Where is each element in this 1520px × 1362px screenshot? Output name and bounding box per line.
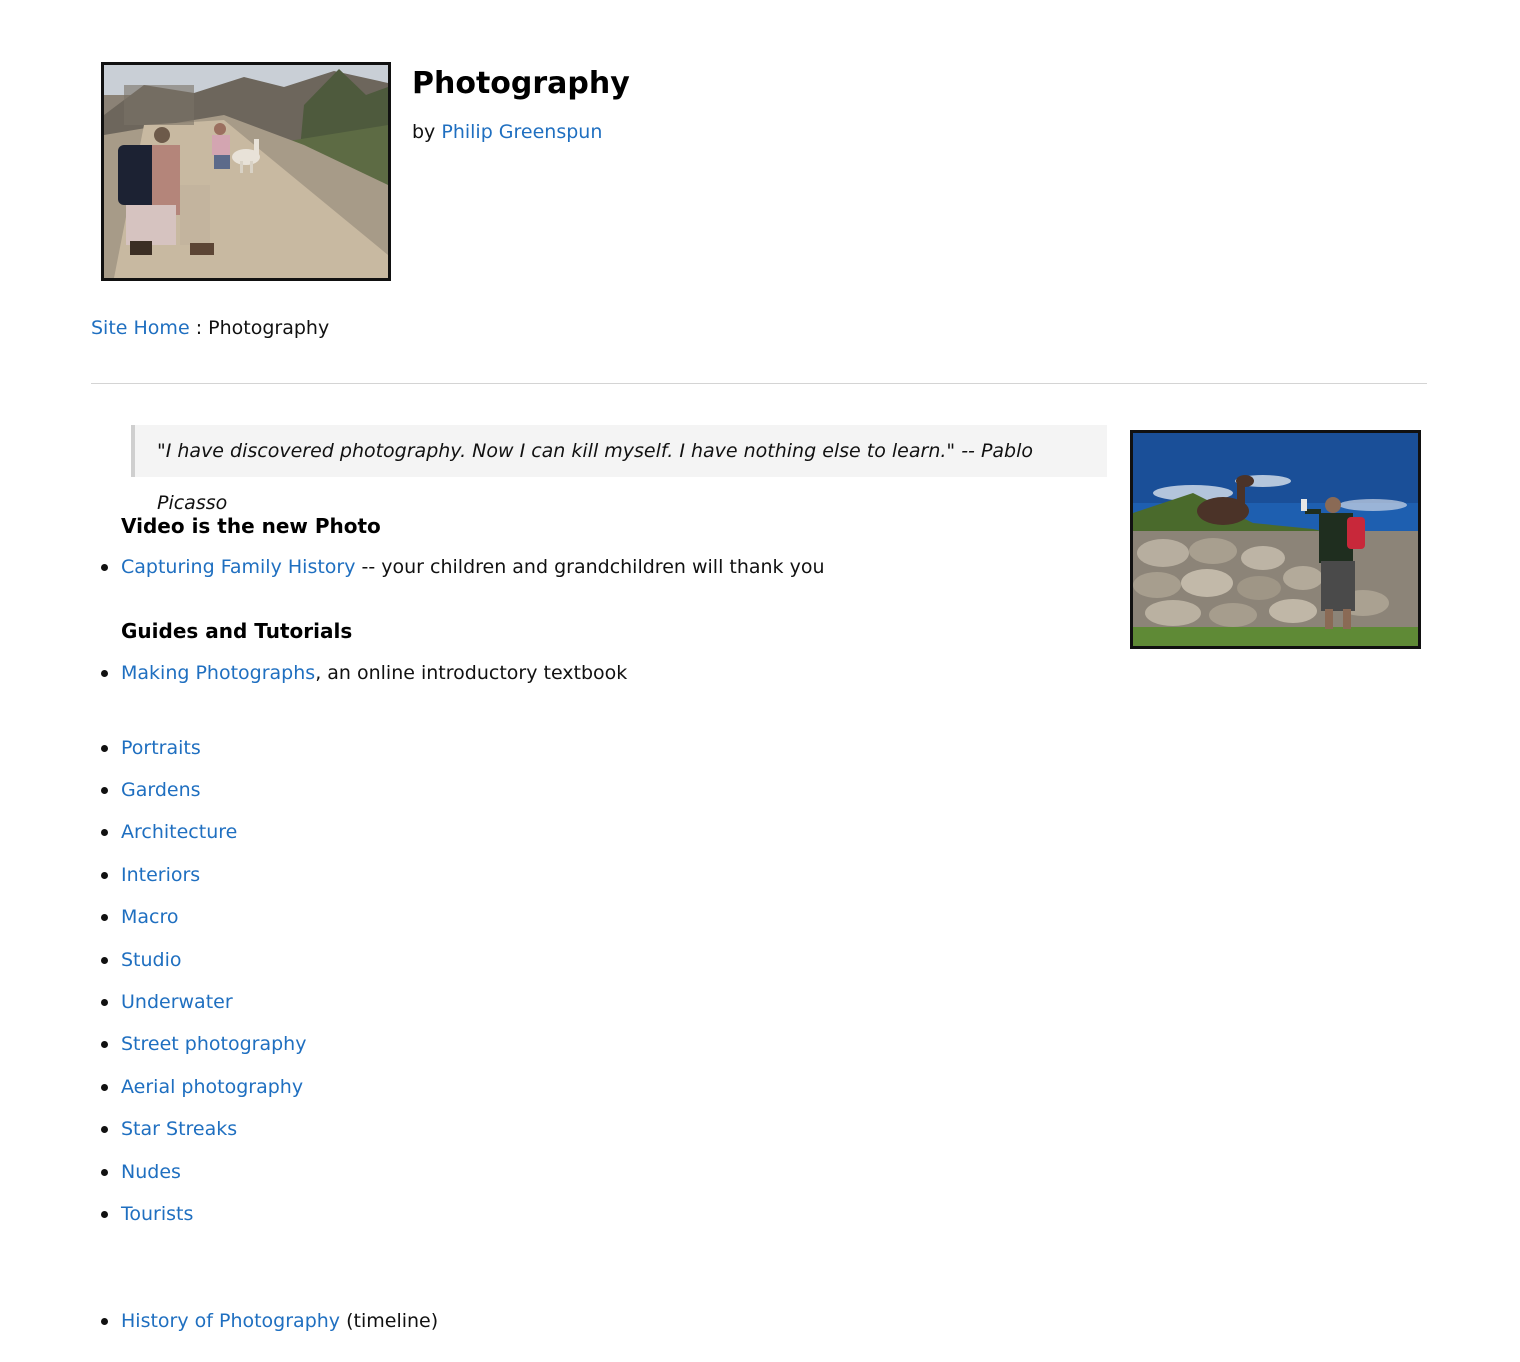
making-photographs-description: , an online introductory textbook [315,662,628,684]
horizontal-divider [91,383,1427,384]
picasso-quote: "I have discovered photography. Now I ca… [131,425,1107,514]
video-section-heading: Video is the new Photo [121,514,381,538]
page-title: Photography [412,66,630,101]
topic-link-underwater[interactable]: Underwater [121,991,233,1013]
author-link[interactable]: Philip Greenspun [441,121,602,143]
list-item: Aerial photography [100,1073,303,1101]
capturing-family-history-link[interactable]: Capturing Family History [121,556,355,578]
list-item: History of Photography (timeline) [100,1307,439,1335]
guides-section-heading: Guides and Tutorials [121,619,353,643]
topic-link-architecture[interactable]: Architecture [121,821,237,843]
list-item: Capturing Family History -- your childre… [101,553,825,581]
list-item: Making Photographs, an online introducto… [100,659,628,687]
header-photo-machu-picchu [101,62,391,281]
history-of-photography-suffix: (timeline) [340,1310,439,1332]
list-item: Underwater [101,988,233,1016]
topic-link-interiors[interactable]: Interiors [121,864,200,886]
capturing-family-history-description: -- your children and grandchildren will … [355,556,825,578]
topic-link-nudes[interactable]: Nudes [121,1161,181,1183]
byline: by Philip Greenspun [412,118,602,146]
breadcrumb-separator: : [195,317,203,339]
topic-link-macro[interactable]: Macro [121,906,179,928]
breadcrumb: Site Home : Photography [91,314,329,342]
topic-link-aerial-photography[interactable]: Aerial photography [121,1076,303,1098]
topic-link-portraits[interactable]: Portraits [121,737,201,759]
side-photo-llama-wall [1130,430,1421,649]
topic-link-gardens[interactable]: Gardens [121,779,201,801]
list-item: Gardens [101,776,201,804]
topic-link-street-photography[interactable]: Street photography [121,1033,306,1055]
list-item: Street photography [100,1030,306,1058]
history-of-photography-link[interactable]: History of Photography [121,1310,340,1332]
making-photographs-link[interactable]: Making Photographs [121,662,315,684]
list-item: Architecture [100,818,237,846]
topic-link-studio[interactable]: Studio [121,949,182,971]
list-item: Portraits [101,734,201,762]
list-item: Tourists [100,1200,193,1228]
byline-prefix: by [412,121,436,143]
topic-link-tourists[interactable]: Tourists [121,1203,193,1225]
list-item: Studio [101,946,182,974]
list-item: Star Streaks [100,1115,237,1143]
breadcrumb-current: Photography [208,317,330,339]
list-item: Nudes [101,1158,181,1186]
topic-link-star-streaks[interactable]: Star Streaks [121,1118,237,1140]
list-item: Macro [101,903,179,931]
breadcrumb-site-home-link[interactable]: Site Home [91,317,190,339]
list-item: Interiors [100,861,200,889]
